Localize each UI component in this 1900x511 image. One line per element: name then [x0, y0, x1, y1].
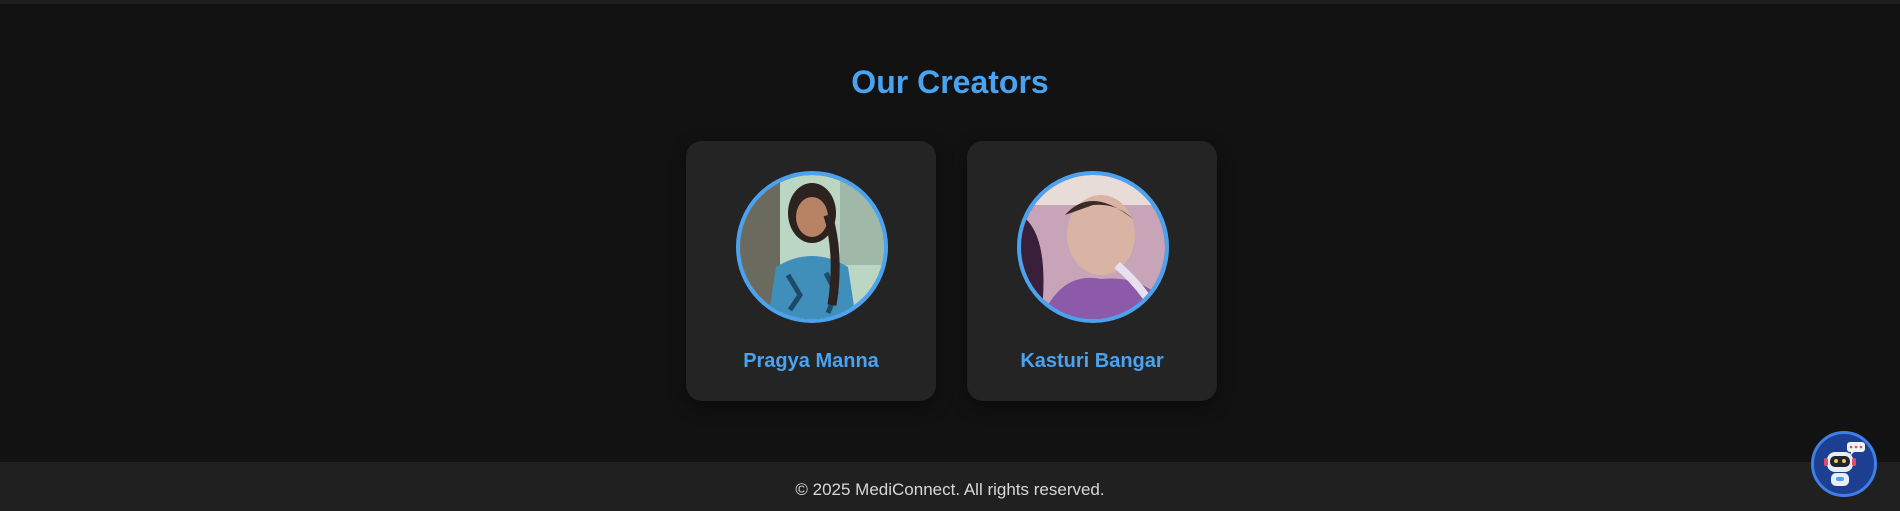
robot-chatbot-icon [1824, 442, 1865, 486]
page-footer: © 2025 MediConnect. All rights reserved. [0, 462, 1900, 511]
creator-name: Pragya Manna [743, 350, 879, 372]
creators-section: Our Creators Pragya Manna Kasturi Bangar [0, 4, 1900, 462]
creator-cards: Pragya Manna Kasturi Bangar [686, 141, 1217, 401]
creator-card: Kasturi Bangar [967, 141, 1217, 401]
creator-card: Pragya Manna [686, 141, 936, 401]
copyright-text: © 2025 MediConnect. All rights reserved. [795, 480, 1105, 499]
chatbot-button[interactable] [1811, 431, 1877, 497]
creator-photo [1021, 175, 1165, 319]
creator-avatar [736, 171, 888, 323]
creator-avatar [1017, 171, 1169, 323]
section-title: Our Creators [851, 64, 1049, 100]
creator-name: Kasturi Bangar [1020, 350, 1164, 372]
creator-photo [740, 175, 884, 319]
